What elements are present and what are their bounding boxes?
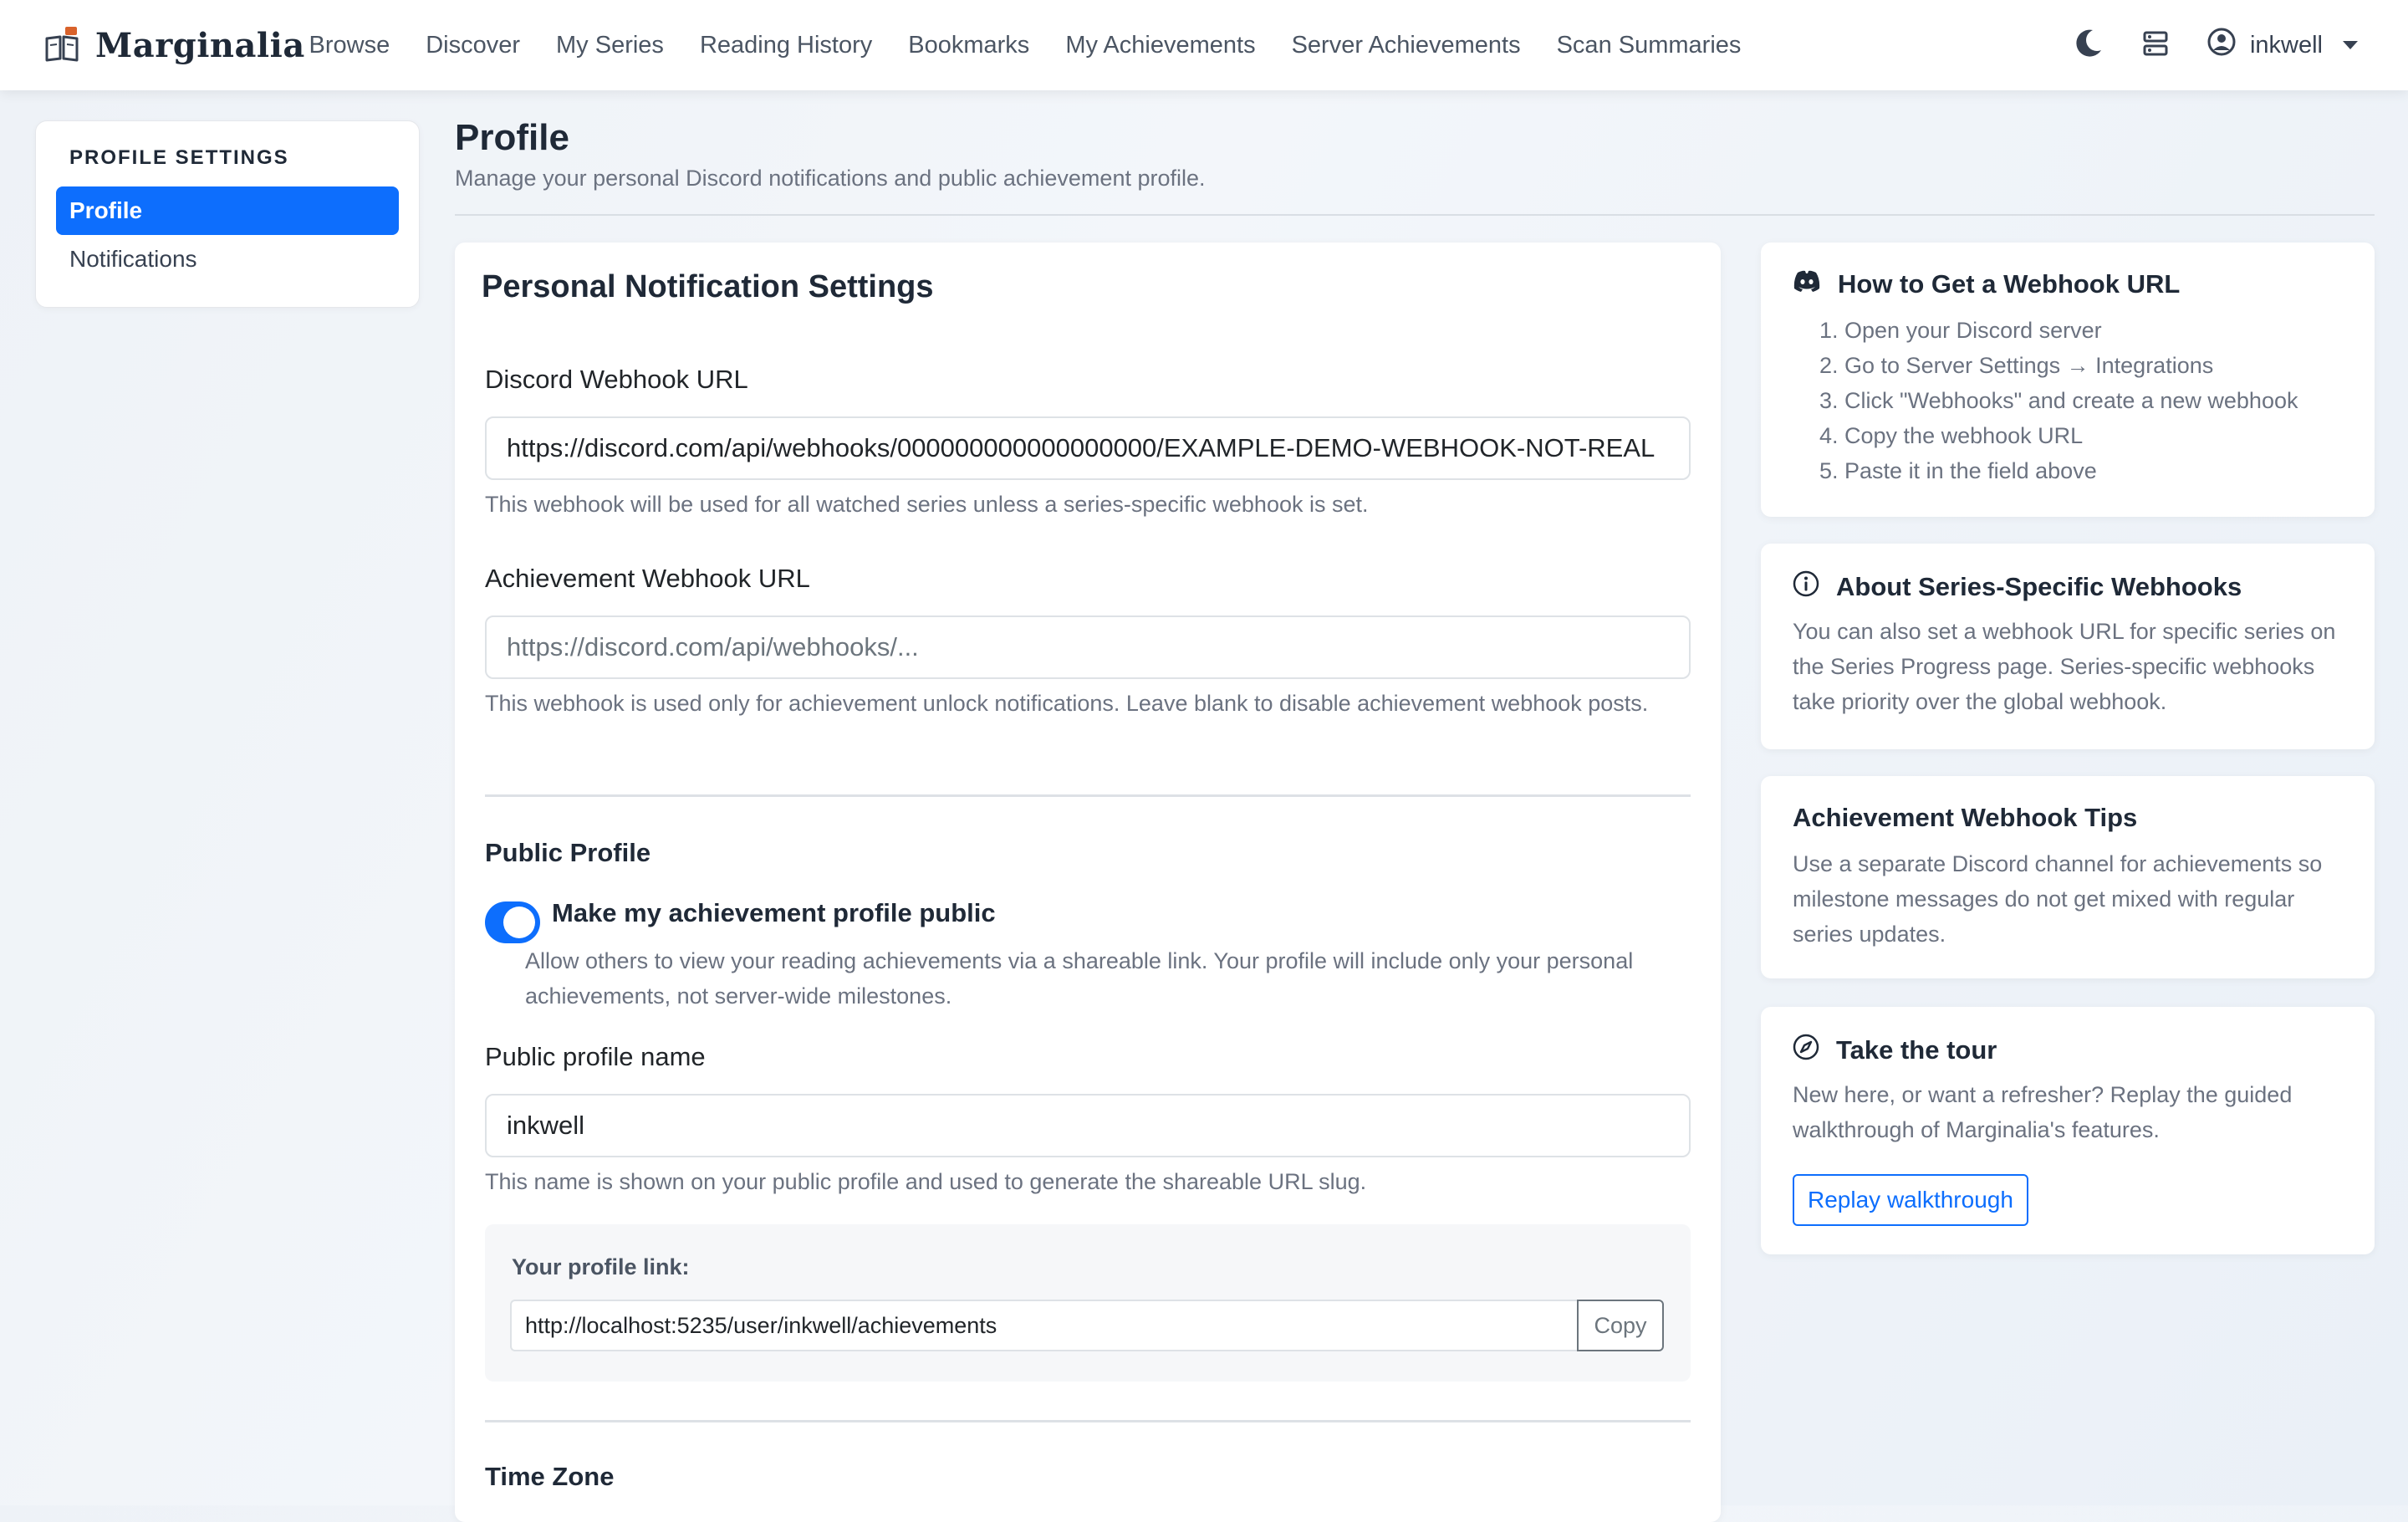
discord-webhook-input[interactable]	[485, 416, 1691, 480]
achievement-tips-title: Achievement Webhook Tips	[1793, 803, 2138, 832]
nav-discover[interactable]: Discover	[408, 32, 538, 59]
profile-link-label: Your profile link:	[512, 1254, 690, 1279]
discord-webhook-help: This webhook will be used for all watche…	[485, 492, 1369, 517]
copy-link-button[interactable]: Copy	[1577, 1300, 1664, 1351]
tour-body: New here, or want a refresher? Replay th…	[1793, 1082, 2293, 1142]
toggle-knob	[503, 907, 535, 938]
top-navbar: Marginalia Browse Discover My Series Rea…	[0, 0, 2408, 90]
tour-card: Take the tour New here, or want a refres…	[1761, 1007, 2375, 1254]
server-status-icon[interactable]	[2141, 29, 2170, 62]
achievement-tips-body: Use a separate Discord channel for achie…	[1793, 851, 2323, 947]
list-item: 2. Go to Server Settings → Integrations	[1819, 353, 2214, 378]
achievement-webhook-label: Achievement Webhook URL	[485, 564, 810, 593]
nav-right-tools: inkwell	[2071, 0, 2358, 90]
username-label: inkwell	[2249, 31, 2323, 59]
public-profile-toggle-label[interactable]: Make my achievement profile public	[552, 898, 996, 928]
public-profile-name-help: This name is shown on your public profil…	[485, 1169, 1367, 1194]
series-webhooks-card: About Series-Specific Webhooks You can a…	[1761, 544, 2375, 749]
achievement-webhook-help: This webhook is used only for achievemen…	[485, 691, 1649, 716]
sidebar-item-notifications[interactable]: Notifications	[56, 235, 399, 283]
nav-bookmarks[interactable]: Bookmarks	[890, 32, 1048, 59]
tour-title: Take the tour	[1793, 1034, 1997, 1067]
book-logo-icon	[43, 25, 80, 66]
section-divider	[485, 794, 1691, 797]
nav-my-series[interactable]: My Series	[538, 32, 682, 59]
webhook-howto-title-text: How to Get a Webhook URL	[1838, 269, 2181, 299]
profile-settings-sidebar: PROFILE SETTINGS Profile Notifications	[35, 120, 420, 308]
profile-link-input[interactable]	[510, 1300, 1579, 1351]
sidebar-item-profile[interactable]: Profile	[56, 186, 399, 235]
nav-browse[interactable]: Browse	[291, 32, 408, 59]
series-webhooks-title: About Series-Specific Webhooks	[1793, 570, 2242, 604]
header-divider	[455, 214, 2375, 216]
list-item: 1. Open your Discord server	[1819, 318, 2102, 343]
replay-walkthrough-button[interactable]: Replay walkthrough	[1793, 1174, 2028, 1226]
series-webhooks-title-text: About Series-Specific Webhooks	[1836, 572, 2242, 601]
info-icon	[1793, 570, 1819, 604]
list-item: 5. Paste it in the field above	[1819, 458, 2097, 483]
nav-my-achievements[interactable]: My Achievements	[1048, 32, 1273, 59]
list-item: 4. Copy the webhook URL	[1819, 423, 2084, 448]
public-profile-toggle[interactable]	[485, 901, 540, 943]
webhook-howto-steps: 1. Open your Discord server 2. Go to Ser…	[1793, 313, 2353, 488]
dark-mode-moon-icon[interactable]	[2071, 27, 2104, 64]
notification-settings-card: Personal Notification Settings Discord W…	[455, 243, 1721, 1522]
chevron-down-icon	[2343, 41, 2358, 49]
list-item: 3. Click "Webhooks" and create a new web…	[1819, 388, 2298, 413]
nav-scan-summaries[interactable]: Scan Summaries	[1538, 32, 1759, 59]
public-profile-name-input[interactable]	[485, 1094, 1691, 1157]
page-subtitle: Manage your personal Discord notificatio…	[455, 166, 1206, 191]
nav-reading-history[interactable]: Reading History	[681, 32, 890, 59]
time-zone-heading: Time Zone	[485, 1462, 615, 1491]
webhook-howto-card: How to Get a Webhook URL 1. Open your Di…	[1761, 243, 2375, 517]
series-webhooks-body: You can also set a webhook URL for speci…	[1793, 619, 2336, 714]
achievement-tips-card: Achievement Webhook Tips Use a separate …	[1761, 776, 2375, 978]
public-profile-heading: Public Profile	[485, 838, 651, 867]
user-avatar-icon	[2206, 27, 2237, 64]
nav-server-achievements[interactable]: Server Achievements	[1273, 32, 1538, 59]
tour-title-text: Take the tour	[1836, 1035, 1997, 1065]
brand[interactable]: Marginalia	[43, 22, 305, 69]
card-title: Personal Notification Settings	[482, 269, 934, 304]
main-nav: Browse Discover My Series Reading Histor…	[291, 0, 1759, 90]
webhook-howto-title: How to Get a Webhook URL	[1793, 269, 2180, 299]
discord-icon	[1793, 269, 1821, 299]
sidebar-heading: PROFILE SETTINGS	[69, 146, 289, 169]
brand-name: Marginalia	[95, 25, 305, 65]
public-profile-name-label: Public profile name	[485, 1042, 706, 1071]
profile-link-box: Your profile link: Copy	[485, 1224, 1691, 1382]
discord-webhook-label: Discord Webhook URL	[485, 365, 748, 394]
achievement-webhook-input[interactable]	[485, 615, 1691, 679]
section-divider	[485, 1420, 1691, 1422]
public-profile-toggle-help: Allow others to view your reading achiev…	[525, 948, 1634, 1009]
user-menu-dropdown[interactable]: inkwell	[2206, 27, 2358, 64]
page-title: Profile	[455, 117, 569, 158]
compass-icon	[1793, 1034, 1819, 1067]
